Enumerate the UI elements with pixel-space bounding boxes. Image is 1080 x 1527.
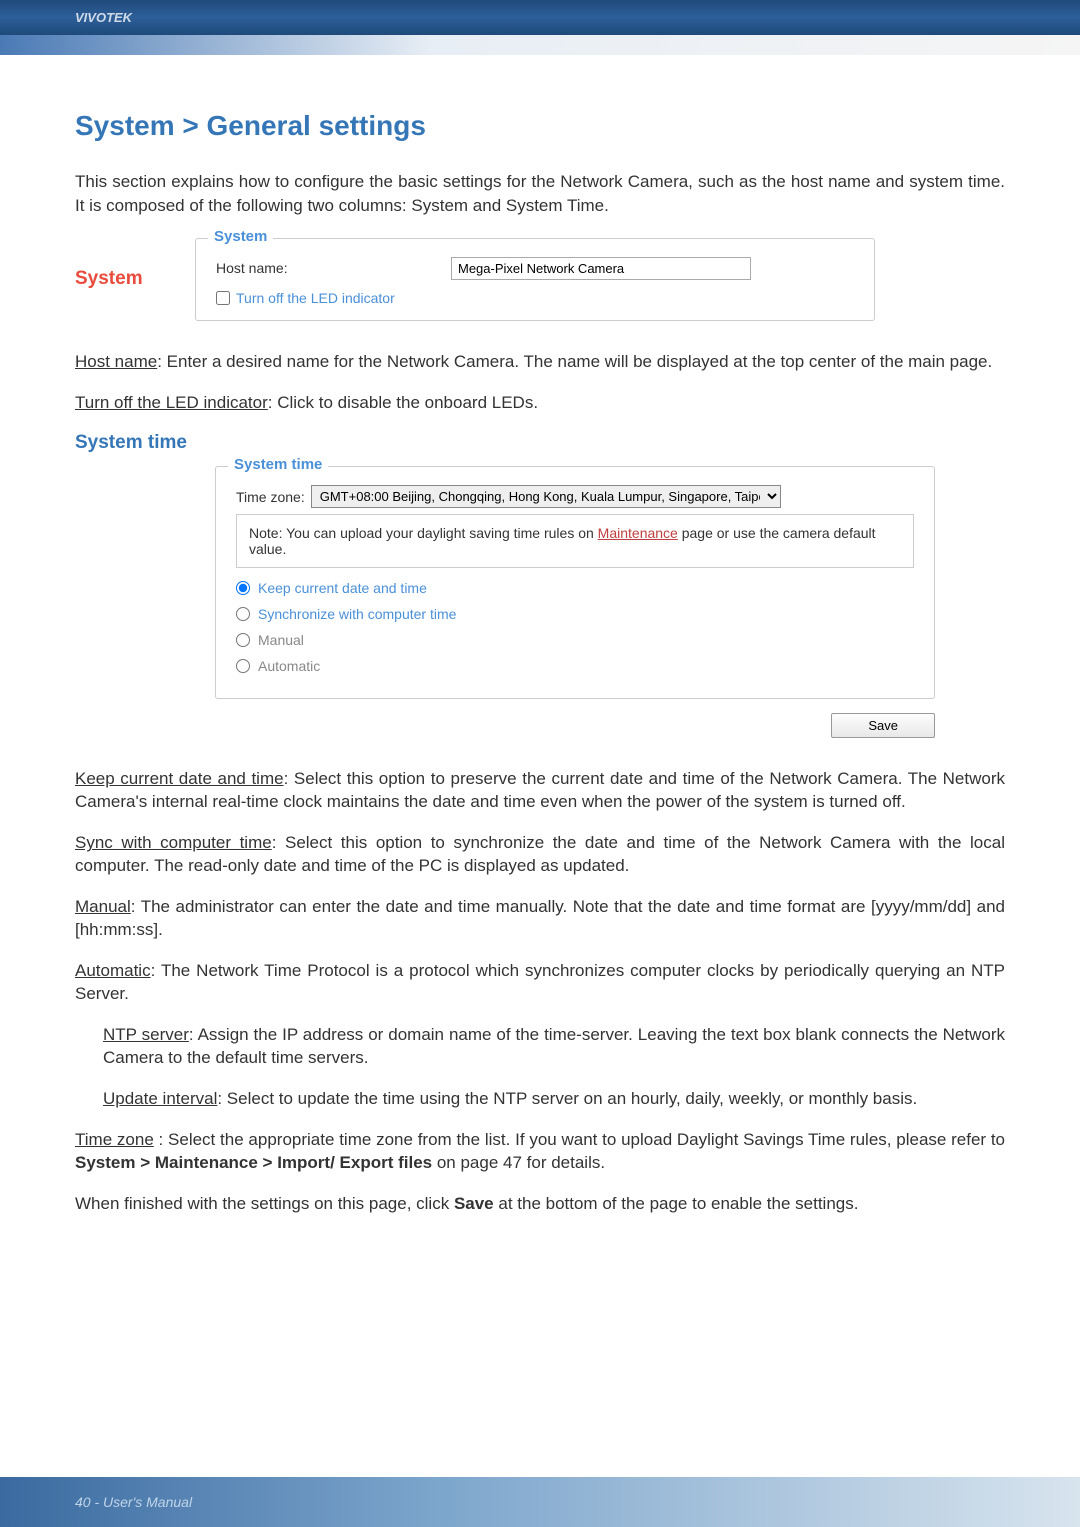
radio-sync[interactable]	[236, 607, 250, 621]
save-help: When finished with the settings on this …	[75, 1193, 1005, 1216]
timezone-label: Time zone:	[236, 489, 305, 505]
radio-sync-row: Synchronize with computer time	[236, 606, 914, 622]
led-checkbox-label: Turn off the LED indicator	[236, 290, 395, 306]
timezone-select[interactable]: GMT+08:00 Beijing, Chongqing, Hong Kong,…	[311, 485, 781, 508]
hostname-row: Host name:	[216, 257, 854, 280]
hostname-label: Host name:	[216, 260, 451, 276]
radio-manual-label: Manual	[258, 632, 304, 648]
system-side-label: System	[75, 238, 195, 290]
gradient-strip	[0, 35, 1080, 55]
maintenance-link[interactable]: Maintenance	[598, 525, 678, 541]
system-time-legend: System time	[228, 456, 328, 473]
system-time-panel: System time Time zone: GMT+08:00 Beijing…	[75, 466, 1005, 738]
save-row: Save	[215, 713, 935, 738]
led-checkbox[interactable]	[216, 291, 230, 305]
page-title: System > General settings	[75, 110, 1005, 142]
manual-help: Manual: The administrator can enter the …	[75, 896, 1005, 942]
header-bar: VIVOTEK	[0, 0, 1080, 35]
hostname-help: Host name: Enter a desired name for the …	[75, 351, 1005, 374]
radio-auto-label: Automatic	[258, 658, 320, 674]
radio-auto[interactable]	[236, 659, 250, 673]
radio-sync-label: Synchronize with computer time	[258, 606, 456, 622]
footer-bar: 40 - User's Manual	[0, 1477, 1080, 1527]
keep-help: Keep current date and time: Select this …	[75, 768, 1005, 814]
radio-keep-row: Keep current date and time	[236, 580, 914, 596]
system-time-heading: System time	[75, 432, 1005, 454]
update-help: Update interval: Select to update the ti…	[75, 1088, 1005, 1111]
system-time-fieldset: System time Time zone: GMT+08:00 Beijing…	[215, 466, 935, 699]
system-fieldset: System Host name: Turn off the LED indic…	[195, 238, 875, 321]
brand-text: VIVOTEK	[75, 10, 132, 25]
sync-help: Sync with computer time: Select this opt…	[75, 832, 1005, 878]
radio-keep-label: Keep current date and time	[258, 580, 427, 596]
ntp-help: NTP server: Assign the IP address or dom…	[75, 1024, 1005, 1070]
hostname-underline: Host name	[75, 352, 157, 371]
radio-manual[interactable]	[236, 633, 250, 647]
auto-help: Automatic: The Network Time Protocol is …	[75, 960, 1005, 1006]
led-checkbox-row: Turn off the LED indicator	[216, 290, 854, 306]
timezone-row: Time zone: GMT+08:00 Beijing, Chongqing,…	[236, 485, 914, 508]
timezone-note: Note: You can upload your daylight savin…	[236, 514, 914, 568]
radio-keep[interactable]	[236, 581, 250, 595]
save-button[interactable]: Save	[831, 713, 935, 738]
content-area: System > General settings This section e…	[0, 55, 1080, 1274]
led-underline: Turn off the LED indicator	[75, 393, 268, 412]
footer-text: 40 - User's Manual	[75, 1494, 192, 1510]
intro-text: This section explains how to configure t…	[75, 170, 1005, 218]
radio-auto-row: Automatic	[236, 658, 914, 674]
led-help: Turn off the LED indicator: Click to dis…	[75, 392, 1005, 415]
tz-help: Time zone : Select the appropriate time …	[75, 1129, 1005, 1175]
system-section: System System Host name: Turn off the LE…	[75, 238, 1005, 321]
system-legend: System	[208, 228, 273, 245]
radio-manual-row: Manual	[236, 632, 914, 648]
hostname-input[interactable]	[451, 257, 751, 280]
